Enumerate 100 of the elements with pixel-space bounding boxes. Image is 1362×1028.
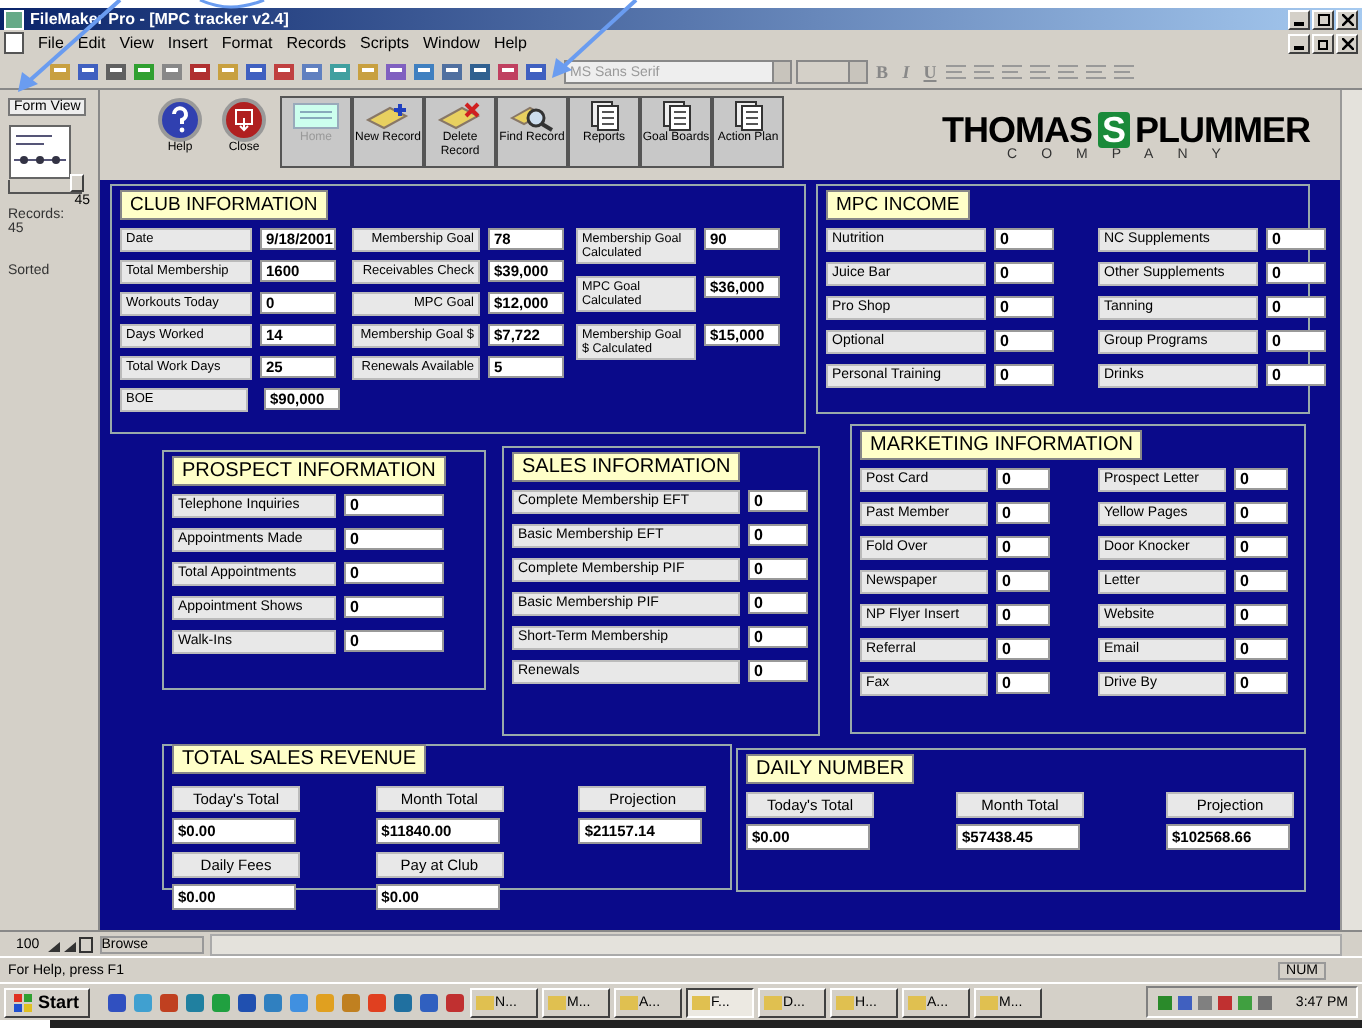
value-field[interactable]: 0 (994, 364, 1054, 386)
value-field[interactable]: 0 (996, 570, 1050, 592)
menu-item[interactable]: Records (286, 34, 347, 52)
zoom-icon[interactable] (45, 935, 94, 953)
toolbar-icon[interactable] (300, 60, 324, 84)
quick-launch-icon[interactable] (443, 991, 466, 1013)
toolbar-icon[interactable] (524, 60, 548, 84)
value-field[interactable]: 0 (1234, 638, 1288, 660)
toolbar-icon[interactable] (188, 60, 212, 84)
value-field[interactable]: 0 (748, 490, 808, 512)
value-field[interactable]: 0 (748, 660, 808, 682)
value-field[interactable]: 0 (344, 562, 444, 584)
value-field[interactable]: 0 (1266, 330, 1326, 352)
value-field[interactable]: 0 (344, 494, 444, 516)
close-button[interactable] (1336, 33, 1358, 53)
toolbar-icon[interactable] (132, 60, 156, 84)
align-icon[interactable] (1084, 60, 1108, 84)
toolbar-icon[interactable] (244, 60, 268, 84)
value-field[interactable]: 0 (344, 596, 444, 618)
quick-launch-icon[interactable] (261, 991, 284, 1013)
maximize-button[interactable] (1312, 9, 1334, 29)
close-icon (1341, 37, 1353, 49)
horizontal-scrollbar[interactable] (209, 933, 1342, 955)
quick-launch-icon[interactable] (105, 991, 128, 1013)
quick-launch-icon[interactable] (287, 991, 310, 1013)
toolbar-icon[interactable] (160, 60, 184, 84)
value-field[interactable]: 0 (996, 468, 1050, 490)
slider-thumb[interactable] (70, 174, 84, 192)
value-field[interactable]: 0 (996, 638, 1050, 660)
size-dropdown[interactable] (796, 60, 868, 84)
value-field[interactable]: 0 (1266, 364, 1326, 386)
value-field[interactable]: 0 (996, 604, 1050, 626)
folder-icon (763, 994, 782, 1010)
value-field[interactable]: 0 (1234, 468, 1288, 490)
value-field[interactable]: 0 (996, 502, 1050, 524)
toolbar-icon[interactable] (412, 60, 436, 84)
menu-item[interactable]: Window (423, 34, 480, 52)
vertical-scrollbar[interactable] (1340, 90, 1362, 930)
value-field[interactable]: 0 (996, 672, 1050, 694)
value-field[interactable]: 0 (994, 228, 1054, 250)
toolbar-icon[interactable] (272, 60, 296, 84)
folder-icon (475, 994, 494, 1010)
start-button[interactable]: Start (4, 987, 90, 1017)
align-icon[interactable] (1000, 60, 1024, 84)
quick-launch-icon[interactable] (339, 991, 362, 1013)
toolbar-icon[interactable] (328, 60, 352, 84)
toolbar-icon[interactable] (104, 60, 128, 84)
value-field[interactable]: 0 (1266, 262, 1326, 284)
toolbar-icon[interactable] (440, 60, 464, 84)
screen-icon (290, 100, 342, 132)
quick-launch-icon[interactable] (391, 991, 414, 1013)
toolbar-icon[interactable] (496, 60, 520, 84)
quick-launch-icon[interactable] (417, 991, 440, 1013)
menu-item[interactable]: Format (221, 34, 273, 52)
menu-item[interactable]: File (38, 34, 64, 52)
align-icon[interactable] (944, 60, 968, 84)
toolbar-icon[interactable] (76, 60, 100, 84)
value-field[interactable]: 0 (994, 262, 1054, 284)
value-field[interactable]: 0 (748, 558, 808, 580)
value-field[interactable]: 0 (344, 528, 444, 550)
align-icon[interactable] (1028, 60, 1052, 84)
value-field[interactable]: 0 (1234, 570, 1288, 592)
value-field[interactable]: 0 (748, 626, 808, 648)
value-field[interactable]: 0 (1234, 536, 1288, 558)
quick-launch-icon[interactable] (365, 991, 388, 1013)
quick-launch-icon[interactable] (157, 991, 180, 1013)
minimize-button[interactable] (1288, 33, 1310, 53)
toolbar-icon[interactable] (468, 60, 492, 84)
value-field[interactable]: 0 (994, 296, 1054, 318)
menu-item[interactable]: Help (493, 34, 527, 52)
align-icon[interactable] (1056, 60, 1080, 84)
menu-item[interactable]: View (119, 34, 154, 52)
menu-item[interactable]: Edit (77, 34, 106, 52)
menu-item[interactable]: Scripts (360, 34, 409, 52)
value-field[interactable]: 0 (1266, 296, 1326, 318)
section-heading: SALES INFORMATION (512, 452, 741, 482)
value-field[interactable]: 0 (994, 330, 1054, 352)
close-button[interactable] (1336, 9, 1358, 29)
folder-icon (691, 994, 710, 1010)
value-field[interactable]: 0 (344, 630, 444, 652)
value-field[interactable]: 0 (1234, 502, 1288, 524)
value-field[interactable]: 0 (1266, 228, 1326, 250)
align-icon[interactable] (1112, 60, 1136, 84)
book-icon[interactable] (8, 124, 72, 180)
quick-launch-icon[interactable] (183, 991, 206, 1013)
folder-icon (979, 994, 998, 1010)
value-field[interactable]: 0 (1234, 672, 1288, 694)
menu-item[interactable]: Insert (167, 34, 208, 52)
value-field[interactable]: 0 (748, 592, 808, 614)
toolbar-icon[interactable] (48, 60, 72, 84)
toolbar-icon[interactable] (384, 60, 408, 84)
value-field[interactable]: 0 (748, 524, 808, 546)
quick-launch-icon[interactable] (235, 991, 258, 1013)
restore-button[interactable] (1312, 33, 1334, 53)
value-field[interactable]: 0 (1234, 604, 1288, 626)
section-heading: MARKETING INFORMATION (860, 430, 1143, 460)
quick-launch-icon[interactable] (209, 991, 232, 1013)
minimize-button[interactable] (1288, 9, 1310, 29)
value-field[interactable]: 0 (996, 536, 1050, 558)
align-icon[interactable] (972, 60, 996, 84)
